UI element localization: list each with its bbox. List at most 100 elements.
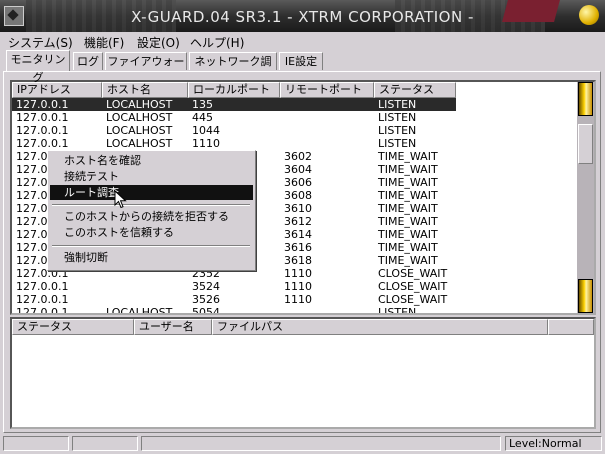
- table-cell: CLOSE_WAIT: [378, 280, 448, 293]
- column-header-local-port[interactable]: ローカルポート: [188, 82, 280, 98]
- ctx-force-disconnect[interactable]: 強制切断: [50, 250, 253, 265]
- tab-ie-settings[interactable]: IE設定: [279, 52, 323, 70]
- table-cell: 127.0: [16, 228, 48, 241]
- table-cell: LISTEN: [378, 306, 417, 315]
- table-cell: 3524: [192, 280, 220, 293]
- table-cell: 3616: [284, 241, 312, 254]
- table-cell: TIME_WAIT: [378, 150, 438, 163]
- table-cell: 127.0.0.1: [16, 280, 69, 293]
- table-cell: 127.0: [16, 163, 48, 176]
- table-cell: LOCALHOST: [106, 306, 173, 315]
- table-row[interactable]: 127.0.0.1 LOCALHOST 5054 LISTEN: [12, 306, 456, 315]
- table-cell: TIME_WAIT: [378, 228, 438, 241]
- table-cell: 127.0: [16, 254, 48, 267]
- table-cell: 127.0.0.1: [16, 98, 69, 111]
- ctx-separator: [52, 245, 250, 247]
- ctx-trust-host[interactable]: このホストを信頼する: [50, 225, 253, 240]
- table-cell: 127.0: [16, 189, 48, 202]
- table-cell: 127.0.0.1: [16, 306, 69, 315]
- table-cell: 3610: [284, 202, 312, 215]
- scroll-down-button[interactable]: [578, 279, 593, 313]
- table-cell: 127.0: [16, 176, 48, 189]
- table-cell: LISTEN: [378, 111, 417, 124]
- status-panel-2: [72, 436, 138, 451]
- tab-log[interactable]: ログ: [73, 52, 103, 70]
- table-cell: TIME_WAIT: [378, 176, 438, 189]
- connection-list-scrollbar[interactable]: [577, 82, 594, 313]
- column-header-process-status[interactable]: ステータス: [12, 319, 134, 335]
- level-indicator: Level:Normal: [505, 436, 602, 451]
- table-cell: LISTEN: [378, 137, 417, 150]
- table-cell: 3604: [284, 163, 312, 176]
- scroll-thumb[interactable]: [578, 124, 593, 164]
- column-header-username[interactable]: ユーザー名: [134, 319, 212, 335]
- column-header-filepath[interactable]: ファイルパス: [212, 319, 548, 335]
- table-cell: CLOSE_WAIT: [378, 293, 448, 306]
- table-row[interactable]: 127.0.0.1 LOCALHOST 1044 LISTEN: [12, 124, 456, 137]
- table-cell: LISTEN: [378, 124, 417, 137]
- menu-functions[interactable]: 機能(F): [84, 34, 124, 51]
- column-header-status[interactable]: ステータス: [374, 82, 456, 98]
- tab-firewall[interactable]: ファイアウォール: [105, 52, 187, 86]
- close-icon[interactable]: [579, 5, 599, 25]
- table-cell: TIME_WAIT: [378, 163, 438, 176]
- table-cell: 127.0.0.1: [16, 111, 69, 124]
- table-cell: 3606: [284, 176, 312, 189]
- table-row[interactable]: 127.0.0.1 LOCALHOST 1110 LISTEN: [12, 137, 456, 150]
- table-cell: 127.0.0.1: [16, 137, 69, 150]
- table-cell: 3612: [284, 215, 312, 228]
- table-cell: LISTEN: [378, 98, 417, 111]
- table-cell: 127.0: [16, 150, 48, 163]
- table-cell: 127.0.0.1: [16, 124, 69, 137]
- column-header-remote-port[interactable]: リモートポート: [280, 82, 374, 98]
- column-header-hostname[interactable]: ホスト名: [102, 82, 188, 98]
- table-cell: 3614: [284, 228, 312, 241]
- ctx-deny-host[interactable]: このホストからの接続を拒否する: [50, 209, 253, 224]
- menu-system[interactable]: システム(S): [8, 34, 73, 51]
- column-header-filler: [548, 319, 594, 335]
- title-bar[interactable]: X-GUARD.04 SR3.1 - XTRM CORPORATION -: [0, 0, 605, 33]
- table-cell: 127.0: [16, 215, 48, 228]
- table-cell: 1110: [284, 280, 312, 293]
- ctx-separator: [52, 204, 250, 206]
- table-cell: 5054: [192, 306, 220, 315]
- menu-help[interactable]: ヘルプ(H): [190, 34, 244, 51]
- table-cell: CLOSE_WAIT: [378, 267, 448, 280]
- table-cell: 1044: [192, 124, 220, 137]
- menu-bar: システム(S) 機能(F) 設定(O) ヘルプ(H): [0, 32, 605, 50]
- table-cell: 3608: [284, 189, 312, 202]
- table-row[interactable]: 127.0.0.1 LOCALHOST 135 LISTEN: [12, 98, 456, 111]
- table-cell: 135: [192, 98, 213, 111]
- table-cell: 1110: [192, 137, 220, 150]
- table-cell: 3618: [284, 254, 312, 267]
- ctx-route-survey[interactable]: ルート調査: [50, 185, 253, 200]
- table-cell: 3526: [192, 293, 220, 306]
- table-cell: 1110: [284, 293, 312, 306]
- scroll-up-button[interactable]: [578, 82, 593, 116]
- table-row[interactable]: 127.0.0.1 3526 1110 CLOSE_WAIT: [12, 293, 456, 306]
- table-cell: TIME_WAIT: [378, 241, 438, 254]
- mouse-cursor-icon: [114, 190, 127, 209]
- status-panel-1: [3, 436, 69, 451]
- table-cell: 127.0: [16, 202, 48, 215]
- column-header-ip[interactable]: IPアドレス: [12, 82, 102, 98]
- main-window: X-GUARD.04 SR3.1 - XTRM CORPORATION - シス…: [0, 0, 605, 454]
- table-cell: 127.0: [16, 241, 48, 254]
- ctx-connection-test[interactable]: 接続テスト: [50, 169, 253, 184]
- menu-settings[interactable]: 設定(O): [137, 34, 180, 51]
- table-cell: 3602: [284, 150, 312, 163]
- context-menu: ホスト名を確認 接続テスト ルート調査 このホストからの接続を拒否する このホス…: [47, 150, 256, 271]
- window-title: X-GUARD.04 SR3.1 - XTRM CORPORATION -: [131, 8, 474, 26]
- process-list[interactable]: ステータス ユーザー名 ファイルパス: [10, 317, 596, 429]
- table-cell: 445: [192, 111, 213, 124]
- table-row[interactable]: 127.0.0.1 3524 1110 CLOSE_WAIT: [12, 280, 456, 293]
- table-cell: TIME_WAIT: [378, 215, 438, 228]
- table-cell: LOCALHOST: [106, 111, 173, 124]
- tab-network-survey[interactable]: ネットワーク調査: [189, 52, 277, 86]
- table-row[interactable]: 127.0.0.1 LOCALHOST 445 LISTEN: [12, 111, 456, 124]
- table-cell: TIME_WAIT: [378, 189, 438, 202]
- table-cell: LOCALHOST: [106, 137, 173, 150]
- tab-monitoring[interactable]: モニタリング: [6, 50, 70, 84]
- table-cell: TIME_WAIT: [378, 254, 438, 267]
- ctx-check-hostname[interactable]: ホスト名を確認: [50, 153, 253, 168]
